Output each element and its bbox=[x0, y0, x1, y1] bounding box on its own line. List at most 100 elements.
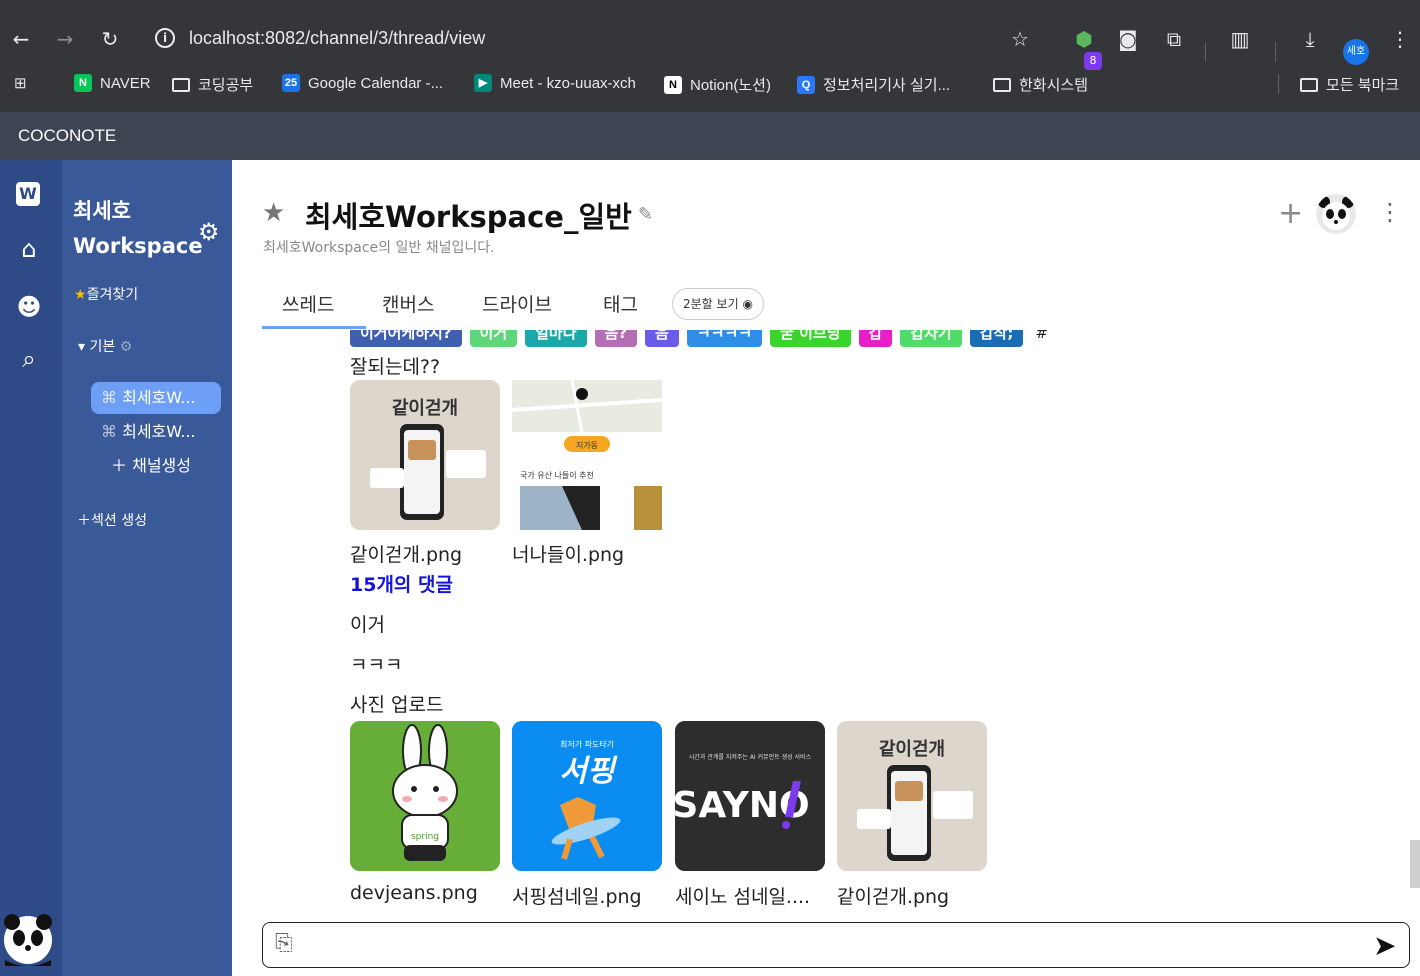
tab-canvas[interactable]: 캔버스 bbox=[382, 290, 434, 317]
edit-pencil-icon[interactable]: ✎ bbox=[638, 204, 653, 225]
tag-chip[interactable]: 음 bbox=[645, 330, 679, 347]
tag-hash-icon[interactable]: # bbox=[1035, 330, 1048, 342]
gachi-image: 같이걷개 bbox=[350, 380, 500, 530]
left-rail: W ⌂ ☻ ⌕ bbox=[0, 160, 62, 976]
active-tab-indicator bbox=[262, 326, 366, 329]
search-icon[interactable]: ⌕ bbox=[14, 344, 44, 374]
tag-chip[interactable]: 이거어케하시? bbox=[350, 330, 462, 347]
channel-item-2[interactable]: ⌘ 최세호W... bbox=[91, 416, 221, 448]
tab-drive[interactable]: 드라이브 bbox=[482, 290, 552, 317]
file-name[interactable]: devjeans.png bbox=[350, 882, 478, 904]
scrollbar-thumb[interactable] bbox=[1410, 840, 1420, 888]
notion-icon: N bbox=[664, 75, 682, 94]
create-section-button[interactable]: ＋섹션 생성 bbox=[77, 510, 147, 530]
attach-clip-icon[interactable]: ⎘ bbox=[275, 931, 293, 956]
thread-scrollbar[interactable] bbox=[1408, 330, 1420, 908]
star-icon: ★ bbox=[74, 287, 87, 303]
back-icon[interactable]: ← bbox=[8, 26, 34, 52]
extensions-icon[interactable]: ⧉ bbox=[1160, 26, 1188, 52]
image-text: 서핑 bbox=[559, 754, 618, 789]
image-thumbnail[interactable]: 최저가 파도타기 서핑 bbox=[512, 721, 662, 871]
bookmark-hanwha[interactable]: 한화시스템 bbox=[993, 74, 1088, 95]
favorite-star-icon[interactable]: ★ bbox=[262, 198, 285, 228]
split-view-button[interactable]: 2분할 보기 ◉ bbox=[672, 288, 764, 320]
file-name[interactable]: 세이노 섬네일.... bbox=[675, 882, 810, 908]
bookmark-all[interactable]: 모든 북마크 bbox=[1300, 74, 1399, 95]
eye-icon: ◉ bbox=[742, 297, 753, 311]
file-name[interactable]: 같이걷개.png bbox=[350, 540, 462, 567]
bookmark-naver[interactable]: N NAVER bbox=[74, 74, 151, 92]
add-member-button[interactable]: + bbox=[1278, 196, 1303, 231]
file-name[interactable]: 서핑섬네일.png bbox=[512, 882, 642, 908]
send-icon[interactable]: ➤ bbox=[1373, 929, 1396, 962]
calendar-icon: 25 bbox=[282, 74, 300, 92]
tag-chip[interactable]: 굳 이브닝 bbox=[770, 330, 851, 347]
map-image: 지가동 국가 유산 나들이 추천 bbox=[512, 380, 662, 530]
image-thumbnail[interactable]: 같이걷개 bbox=[837, 721, 987, 871]
workspace-name[interactable]: 최세호 Workspace bbox=[73, 194, 203, 264]
reading-list-icon[interactable]: ▥ bbox=[1226, 26, 1254, 52]
member-avatar[interactable] bbox=[1316, 194, 1356, 234]
create-channel-button[interactable]: ＋ 채널생성 bbox=[101, 450, 231, 482]
thread-feed: 이거어케하시? 이거 얼마나 음? 음 ㅋㅋㅋㅋ 굳 이브닝 갑 갑자기 갑작; # 잘되는데?? … bbox=[262, 330, 1420, 908]
tag-chip[interactable]: 음? bbox=[594, 330, 638, 347]
channel-description: 최세호Workspace의 일반 채널입니다. bbox=[263, 240, 495, 256]
tab-thread[interactable]: 쓰레드 bbox=[282, 290, 334, 317]
bookmark-exam[interactable]: Q 정보처리기사 실기... bbox=[797, 74, 950, 95]
tag-chip[interactable]: ㅋㅋㅋㅋ bbox=[686, 330, 763, 347]
devjeans-image: spring bbox=[350, 721, 500, 871]
bookmark-notion[interactable]: N Notion(노션) bbox=[664, 74, 771, 95]
tag-chip[interactable]: 갑 bbox=[858, 330, 893, 347]
image-text: 시간과 관계를 지켜주는 AI 커뮤먼트 생성 서비스 bbox=[689, 753, 812, 761]
workspace-icon[interactable]: W bbox=[16, 182, 40, 206]
file-name[interactable]: 너나들이.png bbox=[512, 540, 624, 567]
file-name[interactable]: 같이걷개.png bbox=[837, 882, 949, 908]
bookmark-coding[interactable]: 코딩공부 bbox=[172, 74, 253, 95]
camera-icon[interactable]: ◙ bbox=[1114, 26, 1142, 52]
message-text: 사진 업로드 bbox=[350, 694, 444, 716]
message-composer[interactable]: ⎘ ➤ bbox=[262, 922, 1410, 968]
tag-chip[interactable]: 얼마나 bbox=[525, 330, 587, 347]
site-info-icon[interactable]: i bbox=[155, 28, 175, 48]
tag-chip[interactable]: 이거 bbox=[469, 330, 518, 347]
tag-chip[interactable]: 갑자기 bbox=[900, 330, 962, 347]
tag-chip[interactable]: 갑작; bbox=[969, 330, 1024, 347]
profile-avatar[interactable]: 세호 bbox=[1343, 39, 1369, 65]
image-thumbnail[interactable]: 시간과 관계를 지켜주는 AI 커뮤먼트 생성 서비스 SAYNO bbox=[675, 721, 825, 871]
channel-title: 최세호Workspace_일반 bbox=[305, 200, 632, 234]
q-icon: Q bbox=[797, 75, 815, 94]
menu-kebab-icon[interactable]: ⋮ bbox=[1386, 26, 1414, 52]
image-thumbnail[interactable]: 같이걷개 bbox=[350, 380, 500, 530]
workspace-settings-icon[interactable]: ⚙ bbox=[198, 218, 220, 246]
favorites[interactable]: ★즐겨찾기 bbox=[74, 284, 138, 304]
apps-grid-icon[interactable]: ⊞ bbox=[14, 74, 27, 92]
channel-item-1[interactable]: ⌘ 최세호W... bbox=[91, 382, 221, 414]
image-text: 지가동 bbox=[576, 441, 598, 450]
image-thumbnail[interactable]: spring bbox=[350, 721, 500, 871]
main-panel: ★ 최세호Workspace_일반 ✎ 최세호Workspace의 일반 채널입… bbox=[232, 160, 1420, 976]
folder-icon bbox=[1300, 77, 1318, 92]
url-text[interactable]: localhost:8082/channel/3/thread/view bbox=[189, 28, 485, 49]
message-text: ㅋㅋㅋ bbox=[350, 654, 403, 676]
message-text: 잘되는데?? bbox=[350, 356, 441, 378]
download-icon[interactable]: ⤓ bbox=[1296, 26, 1324, 52]
home-icon[interactable]: ⌂ bbox=[14, 234, 44, 264]
toolbar-divider bbox=[1275, 42, 1276, 62]
members-icon[interactable]: ☻ bbox=[14, 292, 44, 322]
section-settings-icon[interactable]: ⚙ bbox=[120, 339, 133, 355]
bookmark-star-icon[interactable]: ☆ bbox=[1006, 26, 1034, 52]
tab-tag[interactable]: 태그 bbox=[603, 290, 638, 317]
image-thumbnail[interactable]: 지가동 국가 유산 나들이 추천 bbox=[512, 380, 662, 530]
bookmark-calendar[interactable]: 25 Google Calendar -... bbox=[282, 74, 443, 92]
extension-cube-icon[interactable]: ⬢ bbox=[1070, 26, 1098, 52]
tag-row: 이거어케하시? 이거 얼마나 음? 음 ㅋㅋㅋㅋ 굳 이브닝 갑 갑자기 갑작; # bbox=[350, 330, 1048, 348]
user-avatar[interactable] bbox=[3, 912, 53, 966]
comments-link[interactable]: 15개의 댓글 bbox=[350, 570, 453, 597]
bookmark-meet[interactable]: ▶ Meet - kzo-uuax-xch bbox=[474, 74, 636, 92]
channel-menu-icon[interactable]: ⋮ bbox=[1378, 198, 1402, 226]
app-title[interactable]: COCONOTE bbox=[18, 126, 116, 146]
reload-icon[interactable]: ↻ bbox=[97, 26, 123, 52]
plus-icon: ＋ bbox=[111, 456, 128, 475]
forward-icon[interactable]: → bbox=[52, 26, 78, 52]
section-basic[interactable]: ▾ 기본 ⚙ bbox=[78, 336, 132, 356]
